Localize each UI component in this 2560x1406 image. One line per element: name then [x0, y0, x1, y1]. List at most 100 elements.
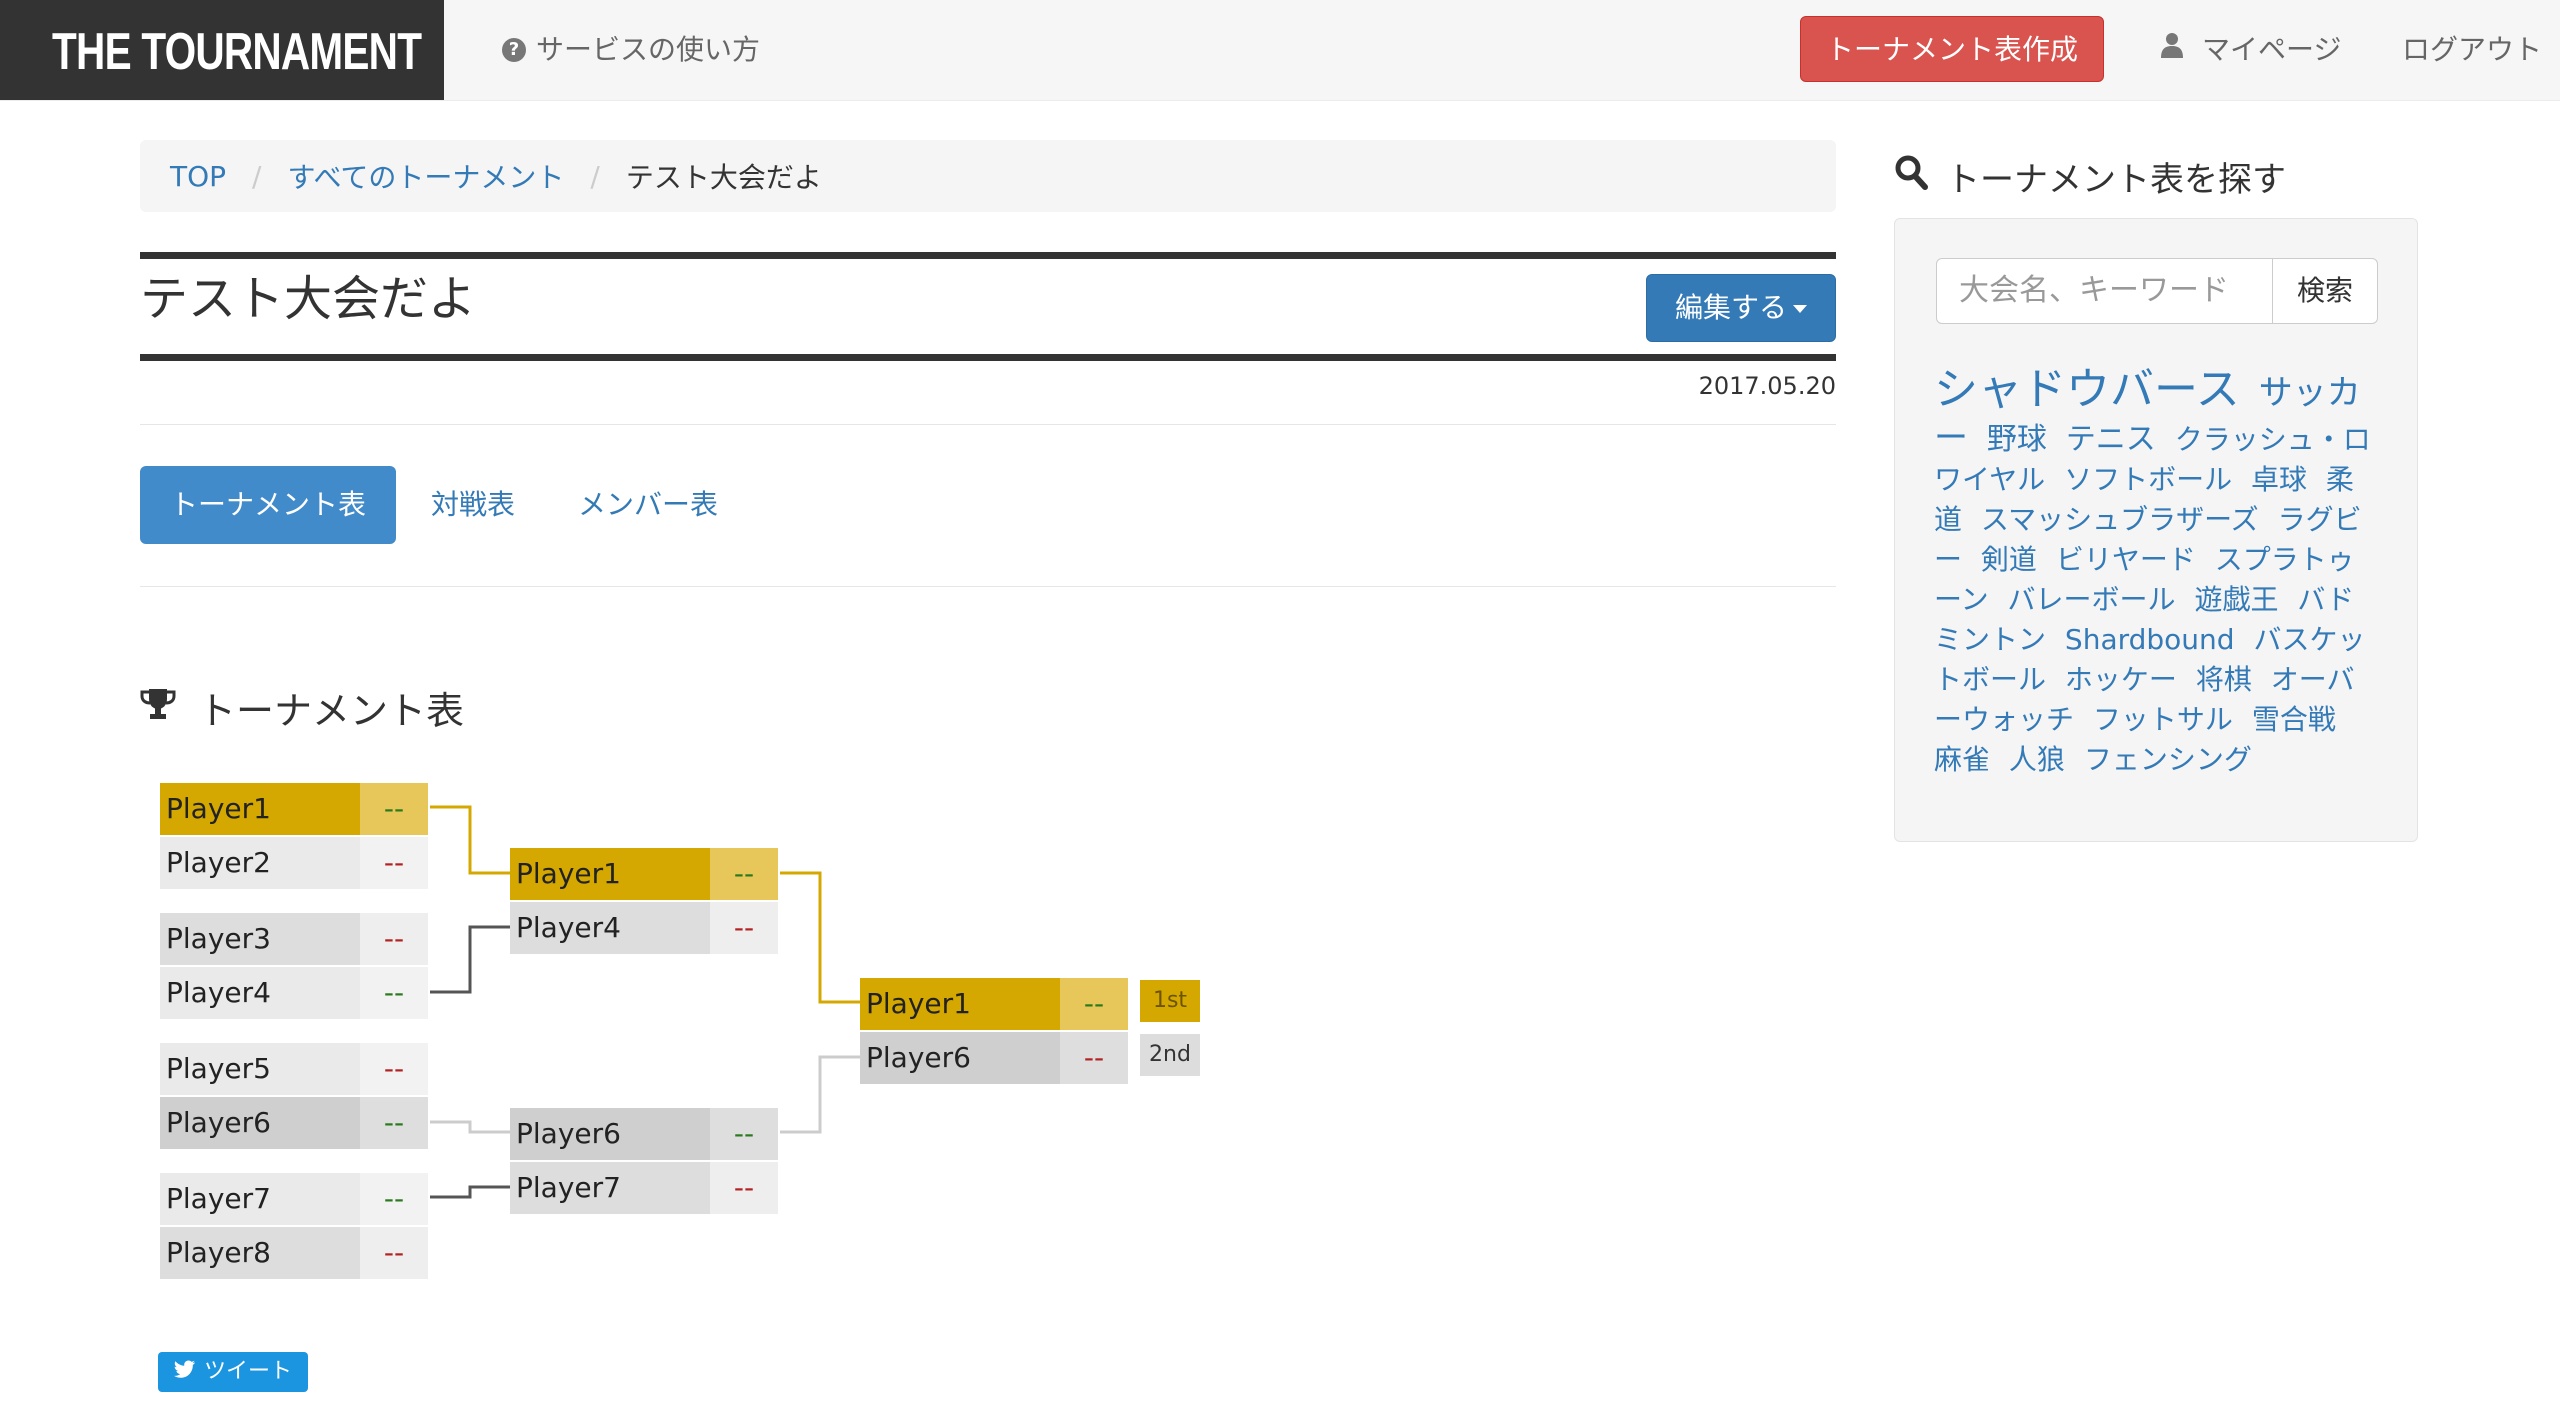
create-tournament-button[interactable]: トーナメント表作成 — [1800, 16, 2104, 82]
tag-link[interactable]: Shardbound — [2065, 623, 2235, 656]
player-score: -- — [1060, 978, 1128, 1030]
match-slot-final-player6[interactable]: Player6 -- — [860, 1032, 1128, 1084]
player-name: Player4 — [160, 967, 360, 1019]
logout-link[interactable]: ログアウト — [2402, 28, 2542, 72]
player-score: -- — [360, 1097, 428, 1149]
match-slot-r1-player2[interactable]: Player2 -- — [160, 837, 428, 889]
tag-link[interactable]: 雪合戦 — [2252, 703, 2336, 736]
match-slot-r2-player4[interactable]: Player4 -- — [510, 902, 778, 954]
match-slot-r1-player4[interactable]: Player4 -- — [160, 967, 428, 1019]
tag-link[interactable]: バレーボール — [2008, 583, 2176, 616]
breadcrumb-separator: / — [590, 159, 600, 193]
search-icon — [1894, 154, 1928, 199]
title-rule — [140, 252, 1836, 259]
tag-link[interactable]: フェンシング — [2084, 743, 2252, 776]
match-slot-r1-player3[interactable]: Player3 -- — [160, 913, 428, 965]
tag-link[interactable]: ソフトボール — [2064, 463, 2232, 496]
edit-button-label: 編集する — [1674, 291, 1787, 324]
tag-cloud: シャドウバース サッカー 野球 テニス クラッシュ・ロワイヤル ソフトボール 卓… — [1934, 362, 2382, 780]
help-link-label: サービスの使い方 — [536, 33, 761, 66]
rank-badge-first: 1st — [1140, 980, 1200, 1022]
tag-link[interactable]: 野球 — [1987, 422, 2047, 457]
player-score: -- — [360, 1043, 428, 1095]
player-name: Player1 — [860, 978, 1060, 1030]
breadcrumb-current: テスト大会だよ — [625, 161, 822, 194]
player-score: -- — [360, 1173, 428, 1225]
breadcrumb-all-tournaments[interactable]: すべてのトーナメント — [287, 156, 564, 196]
player-name: Player1 — [160, 783, 360, 835]
player-score: -- — [360, 837, 428, 889]
twitter-bird-icon — [173, 1352, 196, 1392]
player-score: -- — [1060, 1032, 1128, 1084]
tweet-label: ツイート — [203, 1359, 292, 1384]
breadcrumb: TOP / すべてのトーナメント / テスト大会だよ — [140, 140, 1836, 212]
player-score: -- — [710, 902, 778, 954]
match-slot-r1-player8[interactable]: Player8 -- — [160, 1227, 428, 1279]
tag-link[interactable]: 剣道 — [1981, 543, 2037, 576]
connector-winner — [430, 805, 510, 875]
connector — [430, 1120, 510, 1134]
tab-members[interactable]: メンバー表 — [560, 466, 736, 544]
player-score: -- — [360, 967, 428, 1019]
tweet-button[interactable]: ツイート — [158, 1352, 308, 1392]
help-link[interactable]: ? サービスの使い方 — [502, 28, 760, 72]
user-icon — [2160, 28, 2184, 72]
player-name: Player6 — [160, 1097, 360, 1149]
tag-link[interactable]: ホッケー — [2065, 663, 2177, 696]
connector — [780, 1055, 860, 1134]
tag-link[interactable]: スマッシュブラザーズ — [1981, 503, 2259, 536]
player-score: -- — [360, 783, 428, 835]
breadcrumb-separator: / — [252, 159, 262, 193]
divider — [140, 586, 1836, 587]
brand-logo[interactable]: THE TOURNAMENT — [0, 0, 444, 100]
match-slot-final-player1[interactable]: Player1 -- — [860, 978, 1128, 1030]
player-score: -- — [710, 1108, 778, 1160]
connector-winner — [780, 871, 860, 1004]
tag-link[interactable]: 人狼 — [2009, 743, 2065, 776]
tag-link[interactable]: 将棋 — [2196, 663, 2252, 696]
sidebar-heading: トーナメント表を探す — [1894, 152, 2286, 201]
player-score: -- — [360, 1227, 428, 1279]
tag-link[interactable]: テニス — [2066, 422, 2156, 457]
search-input[interactable]: 大会名、キーワード — [1936, 258, 2274, 324]
breadcrumb-top[interactable]: TOP — [170, 160, 226, 193]
navbar: THE TOURNAMENT ? サービスの使い方 トーナメント表作成 マイペー… — [0, 0, 2560, 101]
match-slot-r1-player5[interactable]: Player5 -- — [160, 1043, 428, 1095]
match-slot-r1-player7[interactable]: Player7 -- — [160, 1173, 428, 1225]
tag-link[interactable]: 遊戯王 — [2194, 583, 2278, 616]
player-name: Player2 — [160, 837, 360, 889]
player-name: Player5 — [160, 1043, 360, 1095]
tag-link[interactable]: ビリヤード — [2056, 543, 2196, 576]
match-slot-r2-player1[interactable]: Player1 -- — [510, 848, 778, 900]
title-rule — [140, 354, 1836, 361]
tournament-date: 2017.05.20 — [1698, 372, 1836, 400]
player-score: -- — [710, 1162, 778, 1214]
tab-tournament[interactable]: トーナメント表 — [140, 466, 396, 544]
tag-link[interactable]: シャドウバース — [1934, 364, 2240, 415]
tag-link[interactable]: フットサル — [2093, 703, 2233, 736]
sidebar-heading-label: トーナメント表を探す — [1946, 160, 2286, 200]
trophy-icon — [140, 686, 176, 730]
search-button[interactable]: 検索 — [2272, 258, 2378, 324]
mypage-label: マイページ — [2202, 33, 2342, 66]
tag-link[interactable]: 麻雀 — [1934, 743, 1990, 776]
player-name: Player1 — [510, 848, 710, 900]
match-slot-r2-player6[interactable]: Player6 -- — [510, 1108, 778, 1160]
rank-badge-second: 2nd — [1140, 1034, 1200, 1076]
tab-matches[interactable]: 対戦表 — [400, 466, 546, 544]
player-score: -- — [360, 913, 428, 965]
connector — [430, 925, 510, 994]
match-slot-r2-player7[interactable]: Player7 -- — [510, 1162, 778, 1214]
player-name: Player7 — [510, 1162, 710, 1214]
match-slot-r1-player6[interactable]: Player6 -- — [160, 1097, 428, 1149]
player-name: Player3 — [160, 913, 360, 965]
player-name: Player6 — [860, 1032, 1060, 1084]
player-name: Player7 — [160, 1173, 360, 1225]
match-slot-r1-player1[interactable]: Player1 -- — [160, 783, 428, 835]
connector — [430, 1185, 510, 1199]
bracket-heading: トーナメント表 — [140, 680, 464, 735]
player-name: Player8 — [160, 1227, 360, 1279]
tag-link[interactable]: 卓球 — [2251, 463, 2307, 496]
edit-dropdown-button[interactable]: 編集する — [1646, 274, 1836, 342]
mypage-link[interactable]: マイページ — [2160, 28, 2341, 72]
